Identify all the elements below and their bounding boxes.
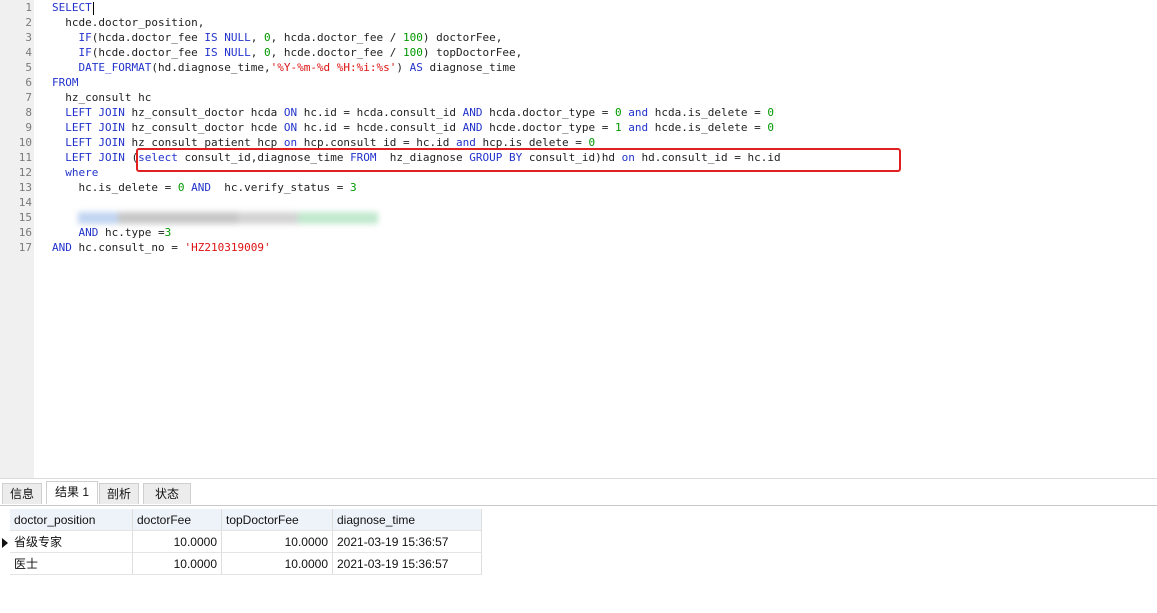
code-line[interactable]: 3 IF(hcda.doctor_fee IS NULL, 0, hcda.do… bbox=[0, 30, 1157, 45]
panel-divider[interactable] bbox=[0, 478, 1157, 479]
current-row-pointer-icon bbox=[2, 538, 8, 548]
tab-profile[interactable]: 剖析 bbox=[99, 483, 139, 504]
table-cell[interactable]: 10.0000 bbox=[133, 553, 222, 575]
table-row[interactable]: 医士 10.0000 10.0000 2021-03-19 15:36:57 bbox=[0, 553, 484, 575]
code-text[interactable]: hz_consult hc bbox=[52, 90, 151, 105]
table-cell[interactable]: 2021-03-19 15:36:57 bbox=[333, 531, 482, 553]
code-text[interactable]: IF(hcde.doctor_fee IS NULL, 0, hcde.doct… bbox=[52, 45, 523, 60]
tab-info[interactable]: 信息 bbox=[2, 483, 42, 504]
highlight-annotation-box bbox=[136, 148, 901, 172]
tab-result-1[interactable]: 结果 1 bbox=[46, 481, 98, 504]
line-number: 10 bbox=[18, 136, 32, 149]
line-number: 16 bbox=[18, 226, 32, 239]
table-cell[interactable]: 省级专家 bbox=[10, 531, 133, 553]
code-text[interactable]: DATE_FORMAT(hd.diagnose_time,'%Y-%m-%d %… bbox=[52, 60, 516, 75]
blurred-text-redaction bbox=[78, 207, 378, 229]
line-number: 17 bbox=[18, 241, 32, 254]
code-text[interactable]: LEFT JOIN hz_consult_doctor hcde ON hc.i… bbox=[52, 120, 774, 135]
code-line[interactable]: 6 FROM bbox=[0, 75, 1157, 90]
line-number: 3 bbox=[25, 31, 32, 44]
sql-editor[interactable]: 1 SELECT 2 hcde.doctor_position, 3 IF(hcda.… bbox=[0, 0, 1157, 478]
code-line[interactable]: 8 LEFT JOIN hz_consult_doctor hcda ON hc… bbox=[0, 105, 1157, 120]
column-header-doctor-position[interactable]: doctor_position bbox=[10, 509, 133, 531]
line-number: 1 bbox=[25, 1, 32, 14]
line-number: 14 bbox=[18, 196, 32, 209]
line-number: 6 bbox=[25, 76, 32, 89]
code-text[interactable]: SELECT bbox=[52, 0, 94, 15]
result-header-row: doctor_position doctorFee topDoctorFee d… bbox=[0, 509, 484, 531]
text-caret bbox=[92, 1, 94, 15]
code-line[interactable]: 7 hz_consult hc bbox=[0, 90, 1157, 105]
table-cell[interactable]: 10.0000 bbox=[222, 531, 333, 553]
code-text[interactable]: where bbox=[52, 165, 98, 180]
code-line[interactable]: 13 hc.is_delete = 0 AND hc.verify_status… bbox=[0, 180, 1157, 195]
result-tab-bar: 信息 结果 1 剖析 状态 bbox=[0, 481, 1157, 506]
code-text[interactable]: hc.is_delete = 0 AND hc.verify_status = … bbox=[52, 180, 356, 195]
column-header-diagnose-time[interactable]: diagnose_time bbox=[333, 509, 482, 531]
line-number: 15 bbox=[18, 211, 32, 224]
line-number: 2 bbox=[25, 16, 32, 29]
code-text[interactable]: hcde.doctor_position, bbox=[52, 15, 204, 30]
code-line[interactable]: 4 IF(hcde.doctor_fee IS NULL, 0, hcde.do… bbox=[0, 45, 1157, 60]
code-line[interactable]: 9 LEFT JOIN hz_consult_doctor hcde ON hc… bbox=[0, 120, 1157, 135]
code-text[interactable]: FROM bbox=[52, 75, 79, 90]
line-number: 11 bbox=[18, 151, 32, 164]
code-text[interactable]: LEFT JOIN hz_consult_doctor hcda ON hc.i… bbox=[52, 105, 774, 120]
line-number: 9 bbox=[25, 121, 32, 134]
line-number: 8 bbox=[25, 106, 32, 119]
column-header-doctor-fee[interactable]: doctorFee bbox=[133, 509, 222, 531]
code-text[interactable]: IF(hcda.doctor_fee IS NULL, 0, hcda.doct… bbox=[52, 30, 503, 45]
line-number: 5 bbox=[25, 61, 32, 74]
line-number: 7 bbox=[25, 91, 32, 104]
column-header-top-doctor-fee[interactable]: topDoctorFee bbox=[222, 509, 333, 531]
line-number: 13 bbox=[18, 181, 32, 194]
table-cell[interactable]: 10.0000 bbox=[222, 553, 333, 575]
code-text[interactable]: AND hc.consult_no = 'HZ210319009' bbox=[52, 240, 271, 255]
line-number: 4 bbox=[25, 46, 32, 59]
tab-status[interactable]: 状态 bbox=[143, 483, 191, 504]
table-row[interactable]: 省级专家 10.0000 10.0000 2021-03-19 15:36:57 bbox=[0, 531, 484, 553]
table-cell[interactable]: 2021-03-19 15:36:57 bbox=[333, 553, 482, 575]
code-line[interactable]: 17 AND hc.consult_no = 'HZ210319009' bbox=[0, 240, 1157, 255]
table-cell[interactable]: 医士 bbox=[10, 553, 133, 575]
code-line[interactable]: 2 hcde.doctor_position, bbox=[0, 15, 1157, 30]
line-number: 12 bbox=[18, 166, 32, 179]
code-line[interactable]: 1 SELECT bbox=[0, 0, 1157, 15]
code-line[interactable]: 5 DATE_FORMAT(hd.diagnose_time,'%Y-%m-%d… bbox=[0, 60, 1157, 75]
table-cell[interactable]: 10.0000 bbox=[133, 531, 222, 553]
